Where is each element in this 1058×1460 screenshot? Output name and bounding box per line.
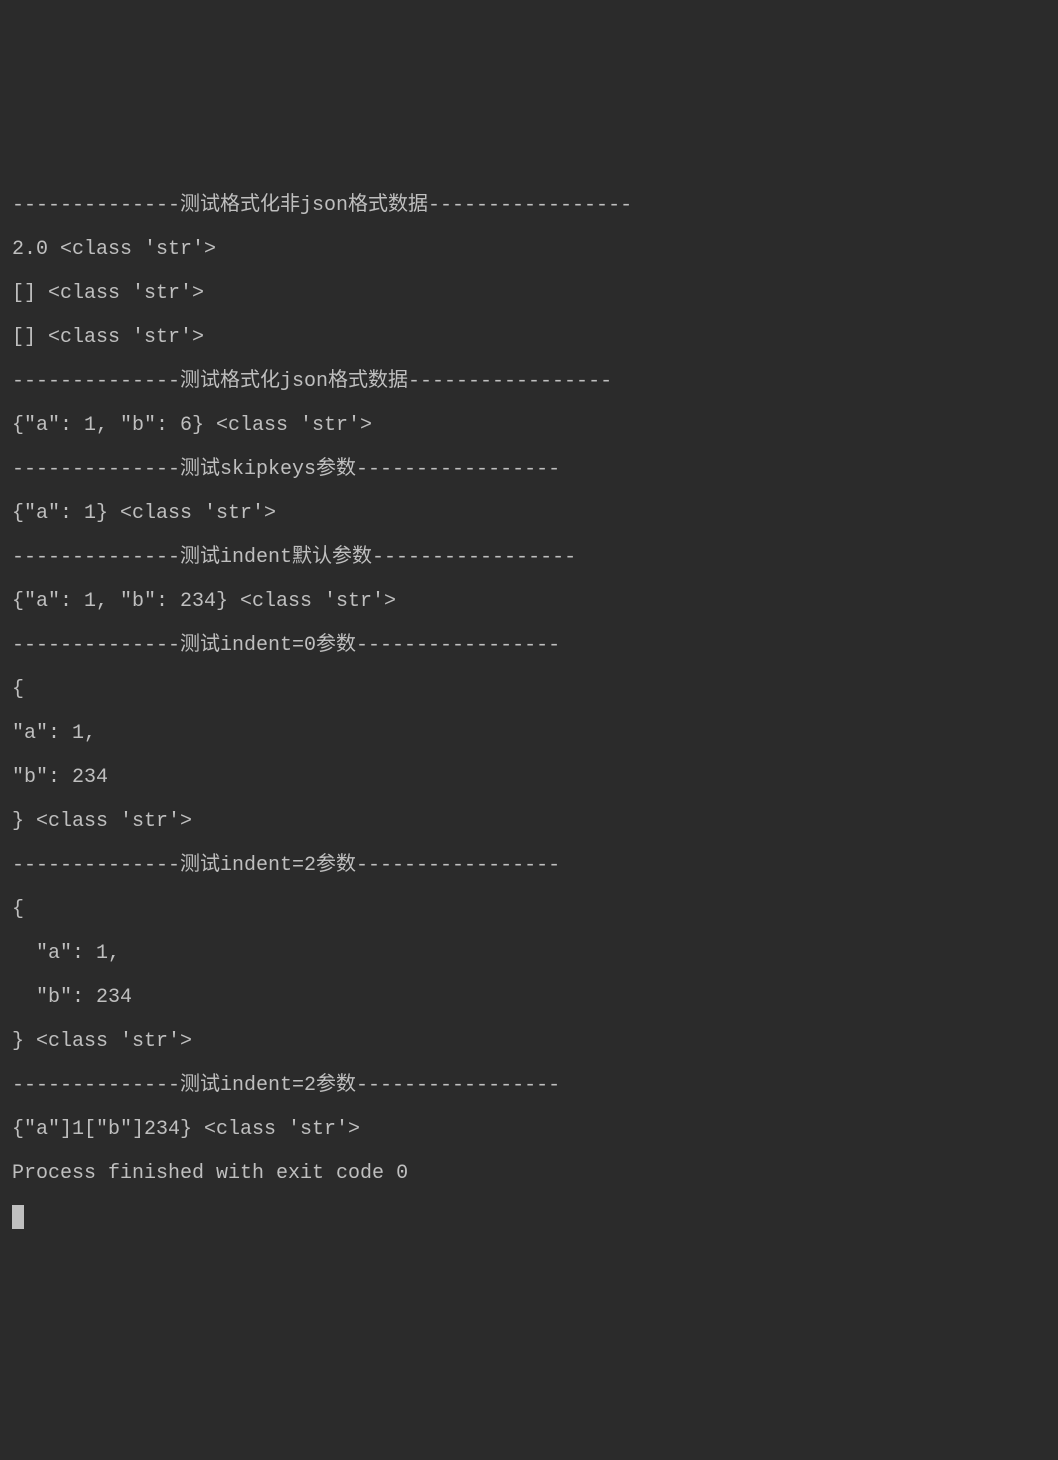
- terminal-output: --------------测试格式化非json格式数据------------…: [12, 184, 1046, 1240]
- terminal-line: } <class 'str'>: [12, 800, 1046, 844]
- terminal-line: "a": 1,: [12, 712, 1046, 756]
- terminal-line: Process finished with exit code 0: [12, 1152, 1046, 1196]
- terminal-line: [] <class 'str'>: [12, 316, 1046, 360]
- terminal-line: --------------测试格式化非json格式数据------------…: [12, 184, 1046, 228]
- terminal-line: --------------测试indent=2参数--------------…: [12, 1064, 1046, 1108]
- terminal-line: {: [12, 668, 1046, 712]
- terminal-line: [] <class 'str'>: [12, 272, 1046, 316]
- terminal-line: --------------测试indent=2参数--------------…: [12, 844, 1046, 888]
- terminal-line: {"a": 1} <class 'str'>: [12, 492, 1046, 536]
- terminal-line: --------------测试skipkeys参数--------------…: [12, 448, 1046, 492]
- cursor-icon: [12, 1205, 24, 1229]
- terminal-line: } <class 'str'>: [12, 1020, 1046, 1064]
- terminal-line: {"a"]1["b"]234} <class 'str'>: [12, 1108, 1046, 1152]
- terminal-line: "b": 234: [12, 976, 1046, 1020]
- terminal-line: {: [12, 888, 1046, 932]
- terminal-line: --------------测试格式化json格式数据-------------…: [12, 360, 1046, 404]
- terminal-line: "b": 234: [12, 756, 1046, 800]
- terminal-line: {"a": 1, "b": 6} <class 'str'>: [12, 404, 1046, 448]
- terminal-line: --------------测试indent默认参数--------------…: [12, 536, 1046, 580]
- terminal-line: {"a": 1, "b": 234} <class 'str'>: [12, 580, 1046, 624]
- terminal-line: "a": 1,: [12, 932, 1046, 976]
- terminal-line: 2.0 <class 'str'>: [12, 228, 1046, 272]
- terminal-line: --------------测试indent=0参数--------------…: [12, 624, 1046, 668]
